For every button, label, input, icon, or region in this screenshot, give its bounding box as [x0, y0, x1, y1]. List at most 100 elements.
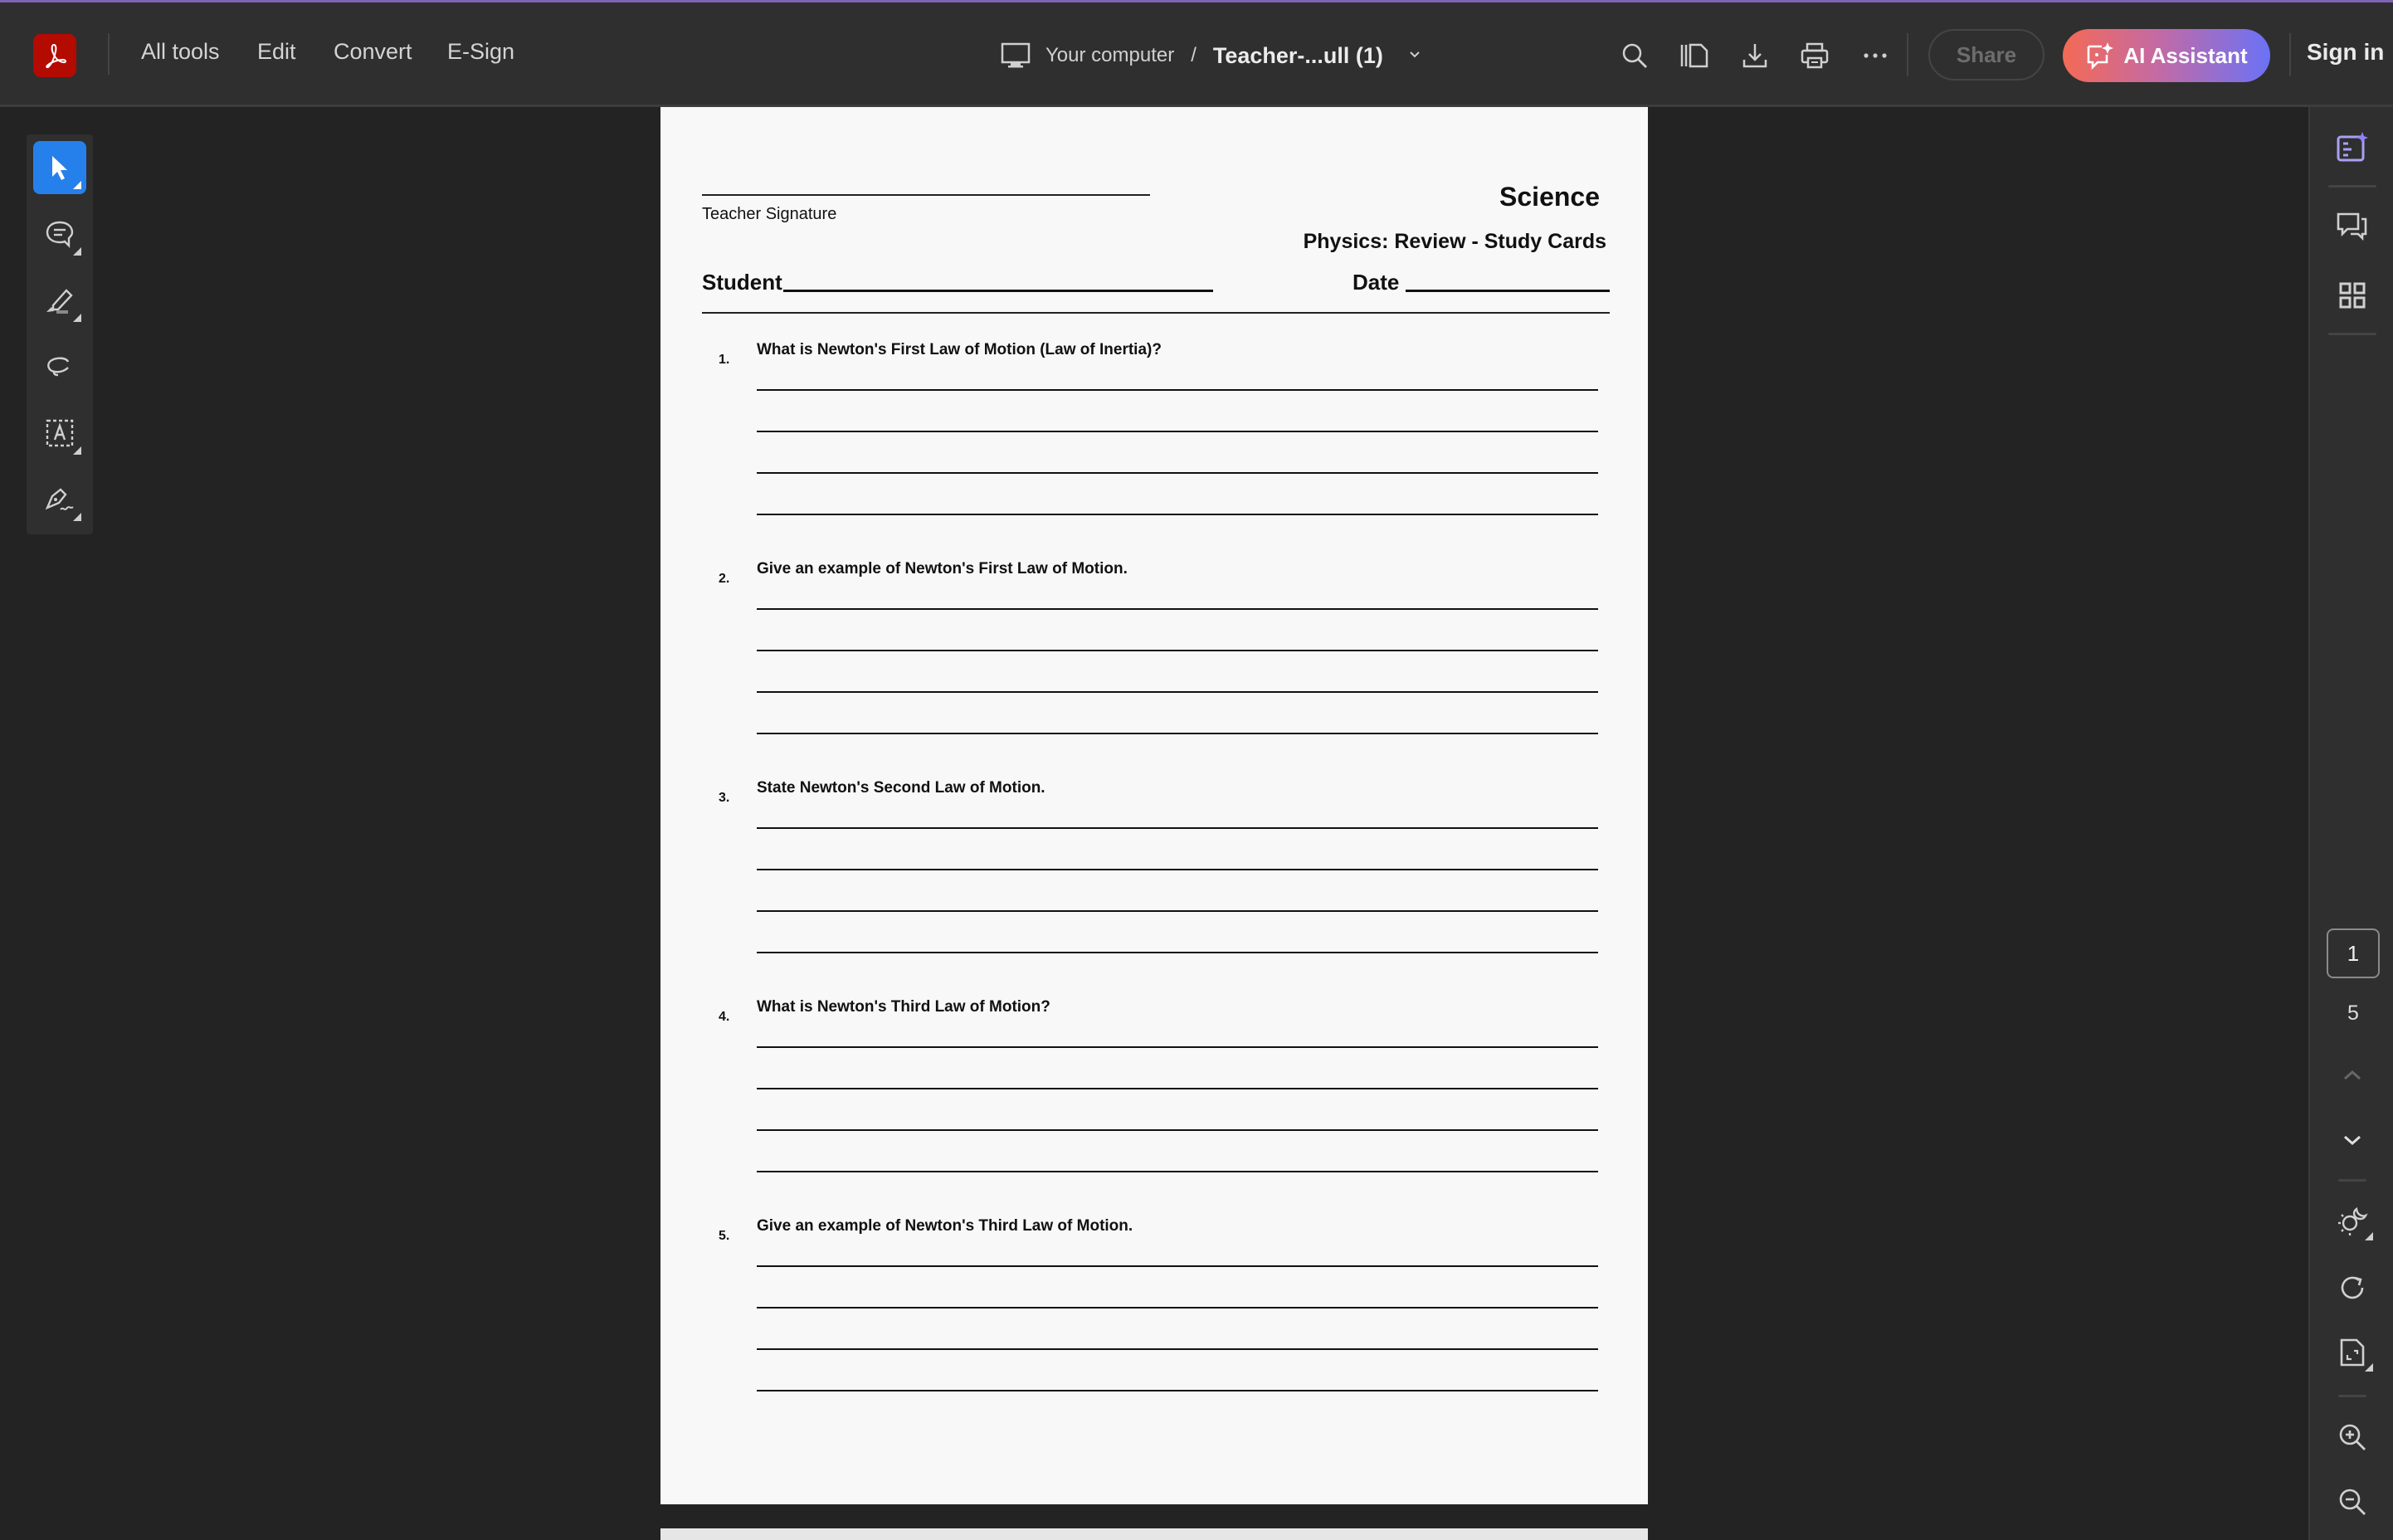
fit-page-icon	[2340, 1338, 2365, 1367]
question-item: 4. What is Newton's Third Law of Motion?	[702, 998, 1610, 1216]
zoom-in-button[interactable]	[2332, 1416, 2373, 1458]
nav-edit[interactable]: Edit	[257, 39, 296, 65]
answer-line	[757, 1307, 1598, 1309]
worksheet-title: Physics: Review - Study Cards	[1303, 230, 1606, 253]
ai-summary-icon	[2337, 132, 2368, 162]
page-thumbnails-icon[interactable]	[1678, 39, 1711, 72]
breadcrumb-source[interactable]: Your computer	[1045, 44, 1174, 67]
sign-tool[interactable]	[33, 473, 86, 526]
question-number: 5.	[719, 1229, 730, 1243]
question-item: 1. What is Newton's First Law of Motion …	[702, 341, 1610, 558]
answer-line	[757, 910, 1598, 912]
sign-in-link[interactable]: Sign in	[2307, 39, 2384, 66]
tool-flyout-indicator	[73, 513, 81, 521]
question-text: Give an example of Newton's Third Law of…	[757, 1217, 1133, 1235]
answer-line	[757, 1265, 1598, 1267]
question-text: What is Newton's First Law of Motion (La…	[757, 341, 1162, 358]
answer-line	[757, 650, 1598, 651]
rotate-icon	[2341, 1276, 2364, 1299]
highlight-tool[interactable]	[33, 274, 86, 327]
share-button[interactable]: Share	[1928, 29, 2045, 80]
search-icon[interactable]	[1618, 39, 1651, 72]
subject-heading: Science	[1499, 182, 1600, 212]
acrobat-logo[interactable]	[33, 34, 76, 77]
computer-icon	[1001, 42, 1031, 68]
current-page-input[interactable]: 1	[2327, 928, 2380, 978]
answer-line	[757, 952, 1598, 953]
date-line	[1406, 290, 1610, 292]
grid-icon	[2339, 282, 2366, 309]
next-page-button[interactable]	[2332, 1119, 2373, 1161]
file-menu-chevron-icon[interactable]	[1408, 48, 1421, 63]
answer-line	[757, 1046, 1598, 1048]
answer-line	[757, 514, 1598, 515]
rail-divider	[2338, 1395, 2366, 1397]
question-text: State Newton's Second Law of Motion.	[757, 779, 1045, 797]
previous-page-button[interactable]	[2332, 1055, 2373, 1096]
date-label: Date	[1352, 270, 1400, 295]
question-text: What is Newton's Third Law of Motion?	[757, 998, 1050, 1016]
nav-all-tools[interactable]: All tools	[141, 39, 220, 65]
download-icon[interactable]	[1738, 39, 1772, 72]
draw-tool[interactable]	[33, 340, 86, 393]
file-name[interactable]: Teacher-...ull (1)	[1213, 43, 1383, 69]
chevron-up-icon	[2344, 1070, 2361, 1080]
tool-flyout-indicator	[73, 446, 81, 455]
answer-line	[757, 827, 1598, 829]
text-select-tool[interactable]	[33, 407, 86, 460]
answer-line	[757, 1129, 1598, 1131]
rail-divider	[2328, 333, 2376, 335]
comment-icon	[46, 221, 74, 248]
question-number: 1.	[719, 353, 730, 367]
answer-line	[757, 389, 1598, 391]
header-divider-rule	[702, 312, 1610, 314]
answer-line	[757, 1348, 1598, 1350]
answer-line	[757, 1171, 1598, 1172]
answer-line	[757, 1088, 1598, 1089]
comments-panel-button[interactable]	[2332, 207, 2373, 248]
rail-divider	[2328, 185, 2376, 188]
nav-e-sign[interactable]: E-Sign	[447, 39, 514, 65]
nav-convert[interactable]: Convert	[334, 39, 412, 65]
student-label: Student	[702, 270, 782, 295]
select-tool[interactable]	[33, 141, 86, 194]
answer-line	[757, 472, 1598, 474]
answer-line	[757, 1390, 1598, 1391]
ai-assistant-icon	[2088, 42, 2114, 71]
tool-flyout-indicator	[73, 247, 81, 256]
highlighter-icon	[46, 289, 73, 314]
answer-line	[757, 431, 1598, 432]
comment-tool[interactable]	[33, 207, 86, 261]
zoom-out-button[interactable]	[2332, 1481, 2373, 1523]
chevron-down-icon	[2344, 1135, 2361, 1146]
answer-line	[757, 733, 1598, 734]
text-box-icon	[46, 419, 74, 447]
page-fit-button[interactable]	[2332, 1332, 2373, 1373]
tool-flyout-indicator	[73, 314, 81, 322]
theme-toggle-button[interactable]	[2332, 1201, 2373, 1242]
student-name-line	[783, 290, 1213, 292]
question-item: 5. Give an example of Newton's Third Law…	[702, 1217, 1610, 1435]
print-icon[interactable]	[1798, 39, 1831, 72]
ai-assistant-button[interactable]: AI Assistant	[2063, 29, 2270, 82]
top-toolbar: All tools Edit Convert E-Sign Your compu…	[0, 2, 2393, 107]
pen-sign-icon	[45, 488, 74, 510]
question-number: 4.	[719, 1010, 730, 1024]
ai-assistant-label: AI Assistant	[2123, 42, 2248, 68]
ai-generative-summary-button[interactable]	[2332, 127, 2373, 168]
tool-flyout-indicator	[73, 181, 81, 189]
rotate-button[interactable]	[2332, 1267, 2373, 1309]
answer-line	[757, 691, 1598, 693]
teacher-signature-line	[702, 194, 1150, 196]
organize-pages-button[interactable]	[2332, 275, 2373, 316]
acrobat-icon	[46, 43, 66, 69]
more-options-icon[interactable]	[1859, 39, 1892, 72]
pdf-page: Teacher Signature Science Physics: Revie…	[660, 107, 1648, 1504]
pointer-icon	[52, 156, 67, 180]
zoom-in-icon	[2339, 1424, 2366, 1450]
right-panel-rail: 1 5	[2308, 107, 2393, 1540]
answer-line	[757, 869, 1598, 870]
header-divider	[108, 33, 110, 75]
question-number: 2.	[719, 572, 730, 586]
day-night-icon	[2338, 1207, 2368, 1235]
